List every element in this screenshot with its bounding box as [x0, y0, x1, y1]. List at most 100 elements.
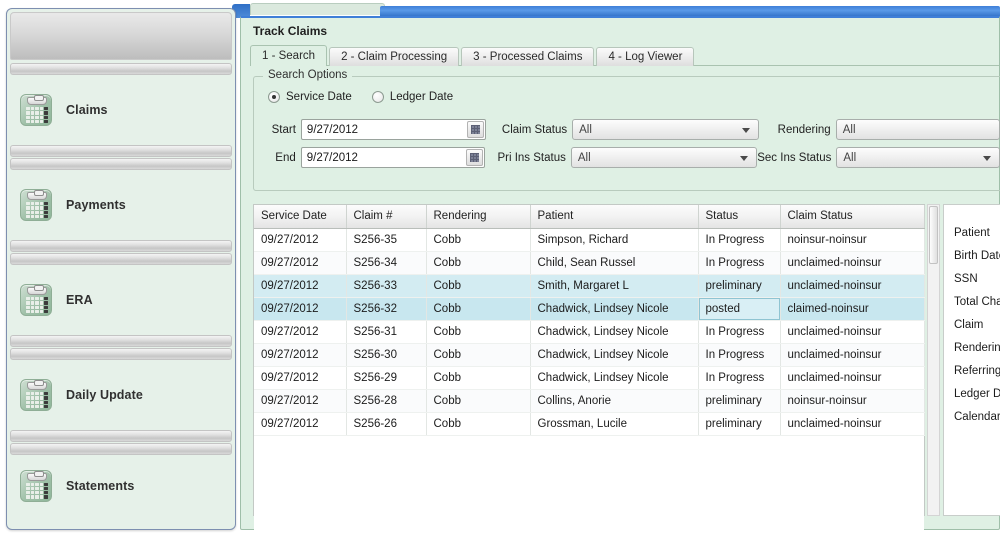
sidebar-item-payments[interactable]: Payments [10, 158, 232, 252]
claims-table[interactable]: Service Date Claim # Rendering Patient S… [253, 204, 925, 550]
rendering-select[interactable]: All [835, 119, 1000, 140]
cell-rendering[interactable]: Cobb [426, 320, 531, 344]
cell-claim-status[interactable]: unclaimed-noinsur [780, 274, 925, 298]
column-header-claim-number[interactable]: Claim # [346, 205, 427, 229]
cell-claim-status[interactable]: claimed-noinsur [780, 297, 925, 321]
table-row[interactable]: 09/27/2012 S256-35 Cobb Simpson, Richard In … [254, 228, 925, 252]
sidebar-item-claims[interactable]: Claims [10, 63, 232, 157]
cell-status[interactable]: preliminary [698, 389, 781, 413]
table-vertical-scrollbar[interactable] [927, 204, 940, 516]
radio-ledger-date[interactable]: Ledger Date [371, 91, 453, 103]
sidebar-group-bar-top[interactable] [10, 63, 232, 75]
tab-log-viewer[interactable]: 4 - Log Viewer [596, 47, 695, 66]
cell-claim-status[interactable]: unclaimed-noinsur [780, 320, 925, 344]
cell-claim-status[interactable]: unclaimed-noinsur [780, 343, 925, 367]
cell-patient[interactable]: Chadwick, Lindsey Nicole [530, 320, 699, 344]
cell-rendering[interactable]: Cobb [426, 343, 531, 367]
cell-claim-status[interactable]: unclaimed-noinsur [780, 412, 925, 436]
cell-claim-status[interactable]: noinsur-noinsur [780, 228, 925, 252]
table-row[interactable]: 09/27/2012 S256-30 Cobb Chadwick, Lindsey N… [254, 343, 925, 367]
sidebar-item-era[interactable]: ERA [10, 253, 232, 347]
cell-patient[interactable]: Chadwick, Lindsey Nicole [530, 366, 699, 390]
cell-claim-number[interactable]: S256-35 [346, 228, 427, 252]
sidebar-group-bar-top[interactable] [10, 443, 232, 455]
sidebar-group-bar-bottom[interactable] [10, 430, 232, 442]
column-header-service-date[interactable]: Service Date [254, 205, 347, 229]
cell-patient[interactable]: Chadwick, Lindsey Nicole [530, 297, 699, 321]
sidebar-group-bar-bottom[interactable] [10, 240, 232, 252]
cell-rendering[interactable]: Cobb [426, 228, 531, 252]
cell-claim-number[interactable]: S256-32 [346, 297, 427, 321]
sidebar-group-bar-top[interactable] [10, 253, 232, 265]
cell-service-date[interactable]: 09/27/2012 [254, 366, 347, 390]
cell-claim-number[interactable]: S256-33 [346, 274, 427, 298]
end-date-input[interactable]: 9/27/2012 [300, 147, 486, 168]
radio-service-date[interactable]: Service Date [268, 91, 352, 103]
sidebar-group-bar-top[interactable] [10, 158, 232, 170]
cell-claim-number[interactable]: S256-26 [346, 412, 427, 436]
table-row[interactable]: 09/27/2012 S256-34 Cobb Child, Sean Russel I… [254, 251, 925, 275]
cell-patient[interactable]: Smith, Margaret L [530, 274, 699, 298]
sidebar-group-bar-bottom[interactable] [10, 335, 232, 347]
pri-ins-status-select[interactable]: All [570, 147, 758, 168]
cell-claim-number[interactable]: S256-31 [346, 320, 427, 344]
cell-claim-number[interactable]: S256-34 [346, 251, 427, 275]
tab-search[interactable]: 1 - Search [250, 45, 328, 66]
sidebar-item-statements[interactable]: Statements [10, 443, 232, 528]
cell-service-date[interactable]: 09/27/2012 [254, 297, 347, 321]
table-row[interactable]: 09/27/2012 S256-29 Cobb Chadwick, Lindsey N… [254, 366, 925, 390]
cell-status[interactable]: In Progress [698, 366, 781, 390]
cell-status[interactable]: In Progress [698, 228, 781, 252]
cell-service-date[interactable]: 09/27/2012 [254, 320, 347, 344]
start-date-input[interactable]: 9/27/2012 [300, 119, 487, 140]
cell-status[interactable]: posted [698, 297, 781, 321]
cell-patient[interactable]: Collins, Anorie [530, 389, 699, 413]
cell-patient[interactable]: Simpson, Richard [530, 228, 699, 252]
sidebar-item-daily-update[interactable]: Daily Update [10, 348, 232, 442]
table-row[interactable]: 09/27/2012 S256-31 Cobb Chadwick, Lindsey N… [254, 320, 925, 344]
cell-service-date[interactable]: 09/27/2012 [254, 274, 347, 298]
cell-rendering[interactable]: Cobb [426, 297, 531, 321]
cell-service-date[interactable]: 09/27/2012 [254, 412, 347, 436]
table-row[interactable]: 09/27/2012 S256-32 Cobb Chadwick, Lindsey N… [254, 297, 925, 321]
cell-claim-status[interactable]: unclaimed-noinsur [780, 366, 925, 390]
table-row[interactable]: 09/27/2012 S256-28 Cobb Collins, Anorie prel… [254, 389, 925, 413]
cell-claim-number[interactable]: S256-30 [346, 343, 427, 367]
claim-status-select[interactable]: All [572, 119, 760, 140]
tab-processed-claims[interactable]: 3 - Processed Claims [461, 47, 595, 66]
cell-patient[interactable]: Child, Sean Russel [530, 251, 699, 275]
cell-status[interactable]: preliminary [698, 274, 781, 298]
cell-service-date[interactable]: 09/27/2012 [254, 389, 347, 413]
column-header-patient[interactable]: Patient [530, 205, 699, 229]
cell-rendering[interactable]: Cobb [426, 412, 531, 436]
cell-service-date[interactable]: 09/27/2012 [254, 228, 347, 252]
cell-patient[interactable]: Grossman, Lucile [530, 412, 699, 436]
window-tab-stub[interactable] [250, 3, 385, 15]
tab-claim-processing[interactable]: 2 - Claim Processing [329, 47, 460, 66]
sidebar-group-bar-top[interactable] [10, 348, 232, 360]
cell-status[interactable]: In Progress [698, 320, 781, 344]
sidebar-group-bar-bottom[interactable] [10, 145, 232, 157]
table-row[interactable]: 09/27/2012 S256-33 Cobb Smith, Margaret Lpr… [254, 274, 925, 298]
scrollbar-thumb[interactable] [929, 206, 938, 264]
cell-service-date[interactable]: 09/27/2012 [254, 251, 347, 275]
cell-status[interactable]: preliminary [698, 412, 781, 436]
sec-ins-status-select[interactable]: All [836, 147, 1000, 168]
calendar-icon[interactable] [467, 121, 485, 138]
cell-claim-number[interactable]: S256-28 [346, 389, 427, 413]
table-row[interactable]: 09/27/2012 S256-26 Cobb Grossman, Lucile pre… [254, 412, 925, 436]
cell-rendering[interactable]: Cobb [426, 274, 531, 298]
cell-rendering[interactable]: Cobb [426, 251, 531, 275]
column-header-claim-status[interactable]: Claim Status [780, 205, 925, 229]
cell-claim-number[interactable]: S256-29 [346, 366, 427, 390]
column-header-rendering[interactable]: Rendering [426, 205, 531, 229]
column-header-status[interactable]: Status [698, 205, 781, 229]
cell-status[interactable]: In Progress [698, 251, 781, 275]
cell-claim-status[interactable]: noinsur-noinsur [780, 389, 925, 413]
cell-rendering[interactable]: Cobb [426, 366, 531, 390]
cell-patient[interactable]: Chadwick, Lindsey Nicole [530, 343, 699, 367]
cell-claim-status[interactable]: unclaimed-noinsur [780, 251, 925, 275]
calendar-icon[interactable] [466, 149, 484, 166]
cell-service-date[interactable]: 09/27/2012 [254, 343, 347, 367]
cell-status[interactable]: In Progress [698, 343, 781, 367]
